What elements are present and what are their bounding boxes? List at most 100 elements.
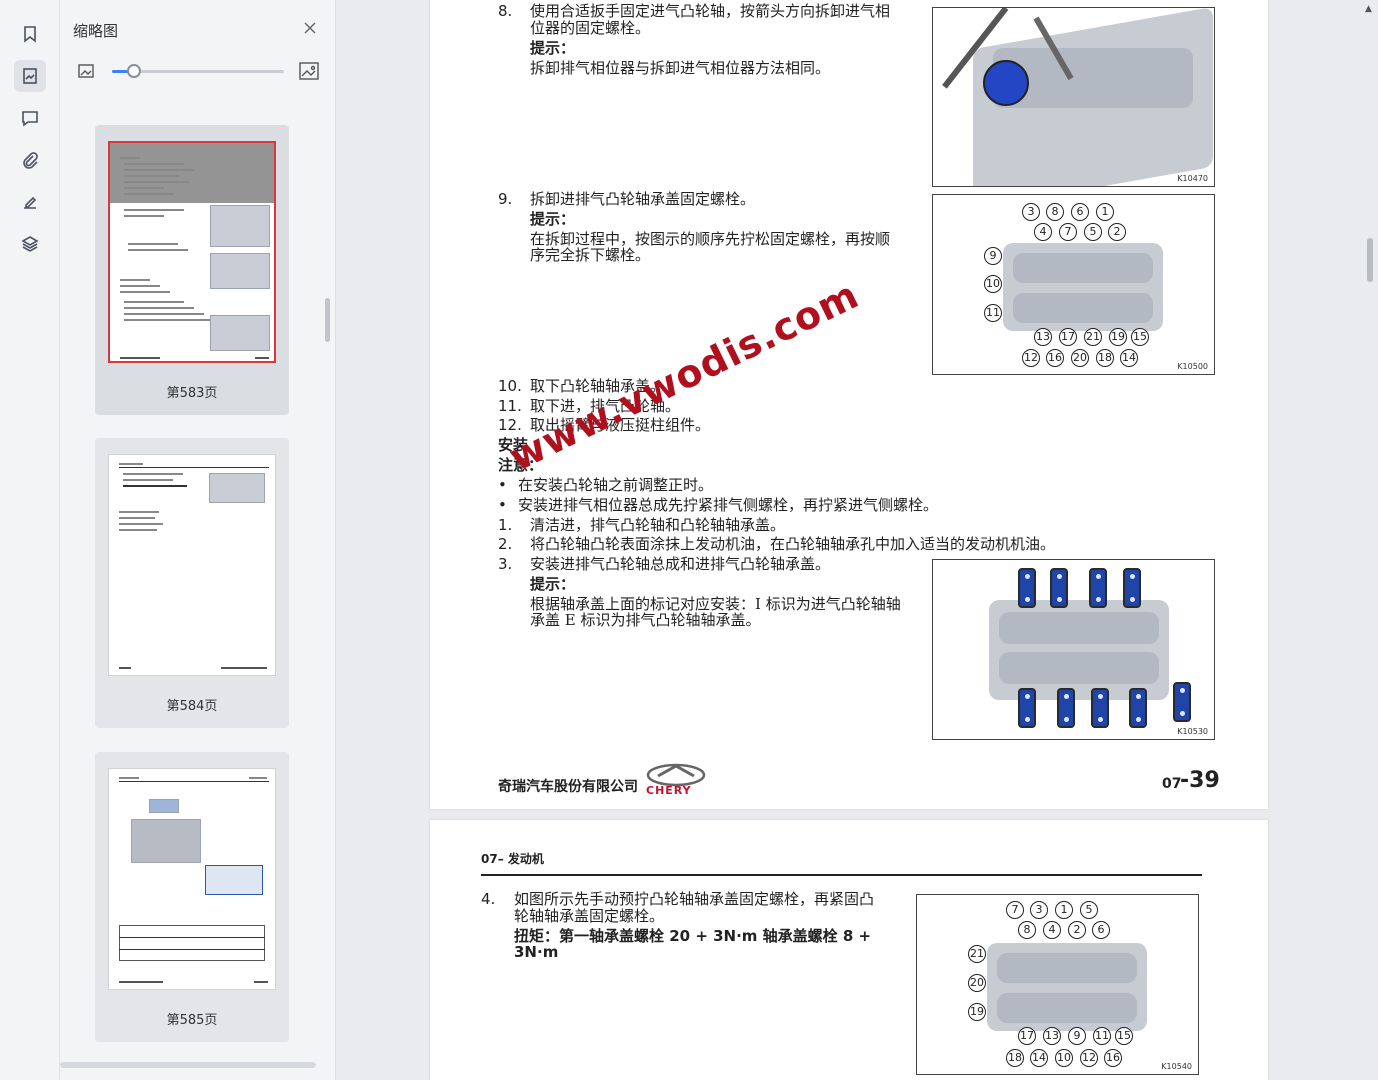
step-number: 4. bbox=[481, 890, 496, 908]
callout: 12 bbox=[1080, 1049, 1098, 1067]
thumbnail-panel: 缩略图 第583页 第584页 第585页 bbox=[60, 0, 336, 1080]
phaser-highlight bbox=[983, 60, 1029, 106]
zoom-in-thumbnail-icon[interactable] bbox=[298, 60, 320, 82]
bearing-cap bbox=[1091, 688, 1109, 728]
slider-handle[interactable] bbox=[127, 64, 141, 78]
callout: 3 bbox=[1030, 901, 1048, 919]
callout: 21 bbox=[968, 945, 986, 963]
callout: 11 bbox=[984, 304, 1002, 322]
document-page-39: 8. 使用合适扳手固定进气凸轮轴，按箭头方向拆卸进气相 位器的固定螺栓。 提示：… bbox=[430, 0, 1268, 809]
step-text: 将凸轮轴凸轮表面涂抹上发动机油，在凸轮轴轴承孔中加入适当的发动机机油。 bbox=[530, 535, 1056, 553]
figure-id: K10540 bbox=[1161, 1062, 1192, 1071]
figure-id: K10500 bbox=[1177, 362, 1208, 371]
callout: 21 bbox=[1084, 328, 1102, 346]
thumbnail-preview bbox=[108, 768, 276, 990]
figure-id: K10530 bbox=[1177, 727, 1208, 736]
thumbnail-label: 第585页 bbox=[166, 1013, 218, 1028]
step-text: 安装进排气凸轮轴总成和进排气凸轮轴承盖。 bbox=[530, 555, 831, 573]
step-number: 9. bbox=[498, 190, 513, 208]
callout: 8 bbox=[1018, 921, 1036, 939]
thumbnail-scrollbar[interactable] bbox=[325, 298, 330, 342]
bearing-cap bbox=[1050, 568, 1068, 608]
torque-spec: 扭矩：第一轴承盖螺栓 20 + 3N·m 轴承盖螺栓 8 + bbox=[514, 927, 872, 945]
figure-id: K10470 bbox=[1177, 174, 1208, 183]
thumbnail-panel-title: 缩略图 bbox=[73, 22, 119, 40]
figure-bearing-cap-install: K10530 bbox=[932, 559, 1215, 740]
bullet-text: 在安装凸轮轴之前调整正时。 bbox=[518, 476, 714, 494]
bearing-cap bbox=[1129, 688, 1147, 728]
thumbnail-page-583[interactable]: 第583页 bbox=[95, 125, 289, 415]
callout: 1 bbox=[1055, 901, 1073, 919]
callout: 9 bbox=[984, 247, 1002, 265]
tip-text: 拆卸排气相位器与拆卸进气相位器方法相同。 bbox=[530, 59, 831, 77]
callout: 6 bbox=[1071, 203, 1089, 221]
thumbnail-preview bbox=[108, 454, 276, 676]
thumbnail-horizontal-scrollbar[interactable] bbox=[60, 1062, 316, 1068]
thumbnail-icon[interactable] bbox=[14, 60, 46, 92]
callout: 2 bbox=[1068, 921, 1086, 939]
callout: 5 bbox=[1080, 901, 1098, 919]
footer-company: 奇瑞汽车股份有限公司 bbox=[498, 779, 638, 795]
callout: 1 bbox=[1096, 203, 1114, 221]
callout: 6 bbox=[1092, 921, 1110, 939]
callout: 15 bbox=[1115, 1027, 1133, 1045]
figure-bolt-removal-sequence: 3 8 6 1 4 7 5 2 9 10 11 13 17 21 19 15 1… bbox=[932, 194, 1215, 375]
callout: 5 bbox=[1084, 223, 1102, 241]
callout: 14 bbox=[1120, 349, 1138, 367]
callout: 18 bbox=[1096, 349, 1114, 367]
callout: 12 bbox=[1022, 349, 1040, 367]
step-number: 2. bbox=[498, 535, 513, 553]
callout: 11 bbox=[1093, 1027, 1111, 1045]
bearing-cap bbox=[1123, 568, 1141, 608]
bullet-text: 安装进排气相位器总成先拧紧排气侧螺栓，再拧紧进气侧螺栓。 bbox=[518, 496, 939, 514]
document-scrollbar[interactable] bbox=[1367, 238, 1373, 282]
bearing-cap bbox=[1173, 682, 1191, 722]
step-number: 1. bbox=[498, 516, 513, 534]
callout: 13 bbox=[1043, 1027, 1061, 1045]
step-text: 位器的固定螺栓。 bbox=[530, 19, 651, 37]
callout: 16 bbox=[1104, 1049, 1122, 1067]
page-header: 07– 发动机 bbox=[481, 852, 544, 866]
step-text: 拆卸进排气凸轮轴承盖固定螺栓。 bbox=[530, 190, 756, 208]
layers-icon[interactable] bbox=[14, 228, 46, 260]
callout: 8 bbox=[1046, 203, 1064, 221]
comment-icon[interactable] bbox=[14, 102, 46, 134]
step-text: 清洁进，排气凸轮轴和凸轮轴轴承盖。 bbox=[530, 516, 786, 534]
callout: 3 bbox=[1022, 203, 1040, 221]
callout: 2 bbox=[1108, 223, 1126, 241]
bearing-cap bbox=[1018, 688, 1036, 728]
tip-label: 提示： bbox=[530, 575, 576, 593]
bullet-marker: • bbox=[498, 496, 507, 514]
thumbnail-page-585[interactable]: 第585页 bbox=[95, 752, 289, 1042]
scroll-up-icon[interactable]: ▲ bbox=[1365, 4, 1372, 14]
close-icon[interactable] bbox=[300, 18, 320, 38]
callout: 4 bbox=[1043, 921, 1061, 939]
callout: 19 bbox=[968, 1003, 986, 1021]
bearing-cap bbox=[1089, 568, 1107, 608]
callout: 14 bbox=[1030, 1049, 1048, 1067]
callout: 4 bbox=[1034, 223, 1052, 241]
callout: 17 bbox=[1059, 328, 1077, 346]
callout: 19 bbox=[1109, 328, 1127, 346]
callout: 16 bbox=[1046, 349, 1064, 367]
callout: 9 bbox=[1068, 1027, 1086, 1045]
step-number: 3. bbox=[498, 555, 513, 573]
bookmark-icon[interactable] bbox=[14, 18, 46, 50]
figure-bolt-tightening-sequence: 7 3 1 5 8 4 2 6 21 20 19 17 13 9 11 15 1… bbox=[916, 894, 1199, 1075]
thumbnail-label: 第584页 bbox=[166, 699, 218, 714]
callout: 20 bbox=[968, 974, 986, 992]
header-rule bbox=[481, 874, 1202, 876]
footer-chapter: 07 bbox=[1162, 776, 1182, 792]
tip-label: 提示： bbox=[530, 39, 576, 57]
callout: 10 bbox=[1055, 1049, 1073, 1067]
attachment-icon[interactable] bbox=[14, 144, 46, 176]
zoom-out-thumbnail-icon[interactable] bbox=[77, 62, 95, 80]
callout: 13 bbox=[1034, 328, 1052, 346]
callout: 15 bbox=[1131, 328, 1149, 346]
callout: 20 bbox=[1071, 349, 1089, 367]
figure-phaser-removal: K10470 bbox=[932, 7, 1215, 187]
torque-spec: 3N·m bbox=[514, 943, 559, 961]
footer-page-number: -39 bbox=[1180, 768, 1220, 793]
signature-icon[interactable] bbox=[14, 186, 46, 218]
thumbnail-page-584[interactable]: 第584页 bbox=[95, 438, 289, 728]
